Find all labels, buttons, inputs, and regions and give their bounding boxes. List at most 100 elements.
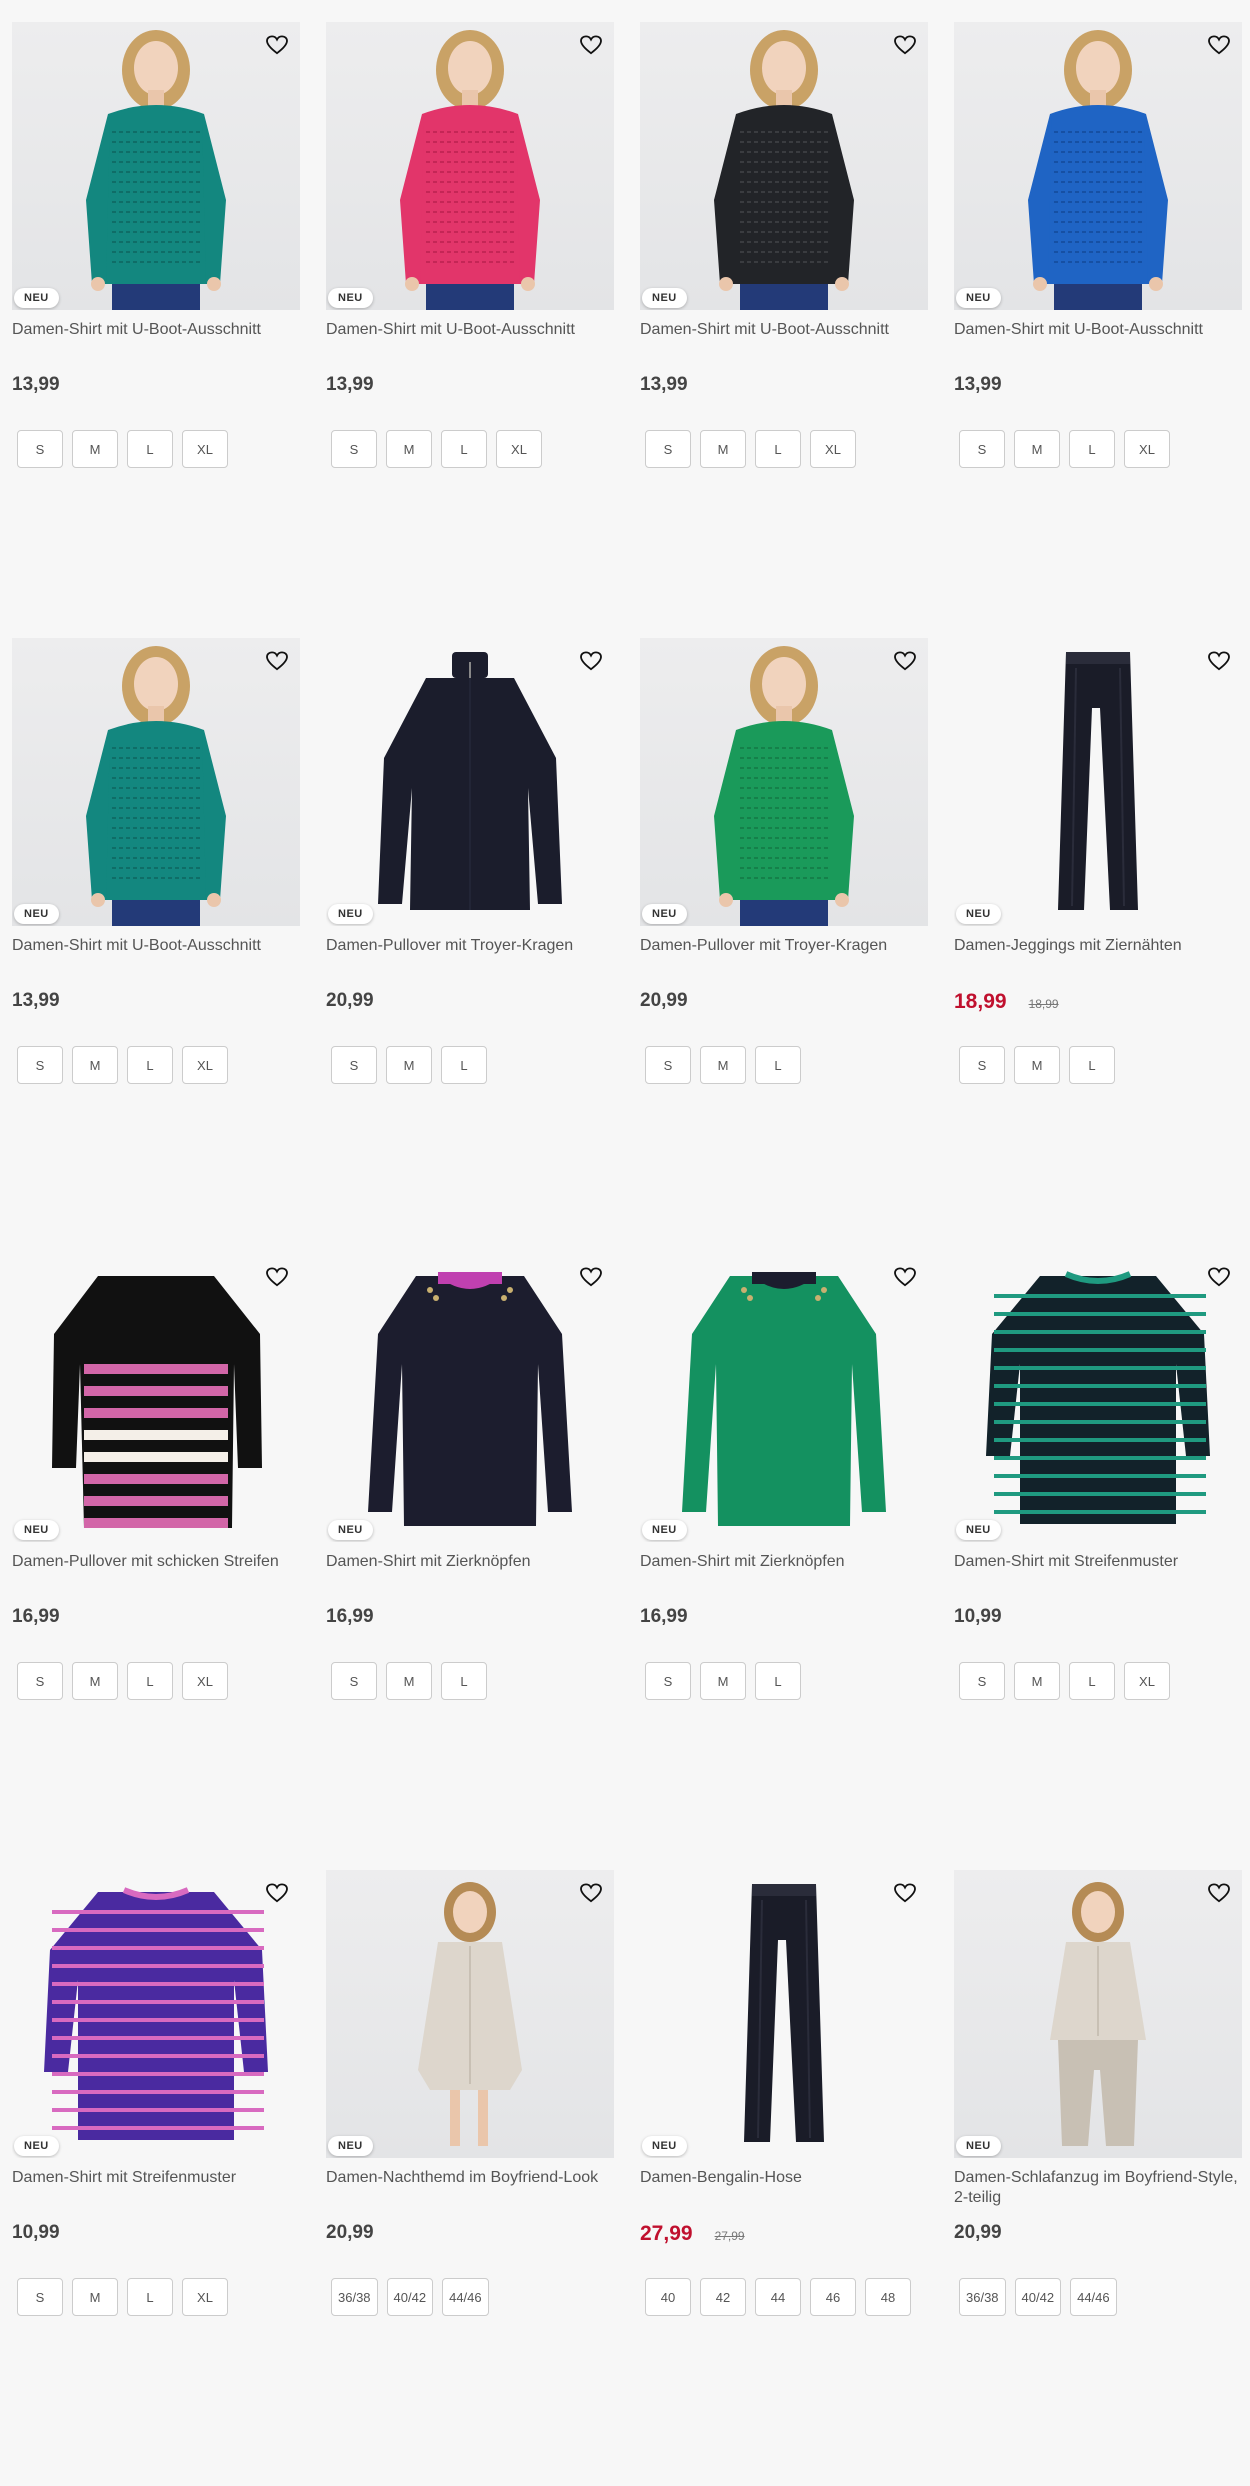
size-option[interactable]: 48	[865, 2278, 911, 2316]
product-card[interactable]: NEU Damen-Pullover mit schicken Streifen 1…	[12, 1254, 300, 1870]
product-title[interactable]: Damen-Shirt mit Streifenmuster	[12, 2168, 300, 2208]
size-option[interactable]: M	[700, 1046, 746, 1084]
product-title[interactable]: Damen-Schlafanzug im Boyfriend-Style, 2-…	[954, 2168, 1242, 2208]
wishlist-heart-icon[interactable]	[1206, 648, 1232, 674]
product-title[interactable]: Damen-Shirt mit U-Boot-Ausschnitt	[326, 320, 614, 360]
wishlist-heart-icon[interactable]	[892, 648, 918, 674]
size-option[interactable]: L	[441, 1662, 487, 1700]
size-option[interactable]: S	[331, 1662, 377, 1700]
product-card[interactable]: NEU Damen-Shirt mit Streifenmuster 10,99 S M…	[12, 1870, 300, 2486]
size-option[interactable]: S	[959, 1662, 1005, 1700]
size-option[interactable]: S	[645, 1662, 691, 1700]
size-option[interactable]: XL	[182, 430, 228, 468]
size-option[interactable]: XL	[182, 2278, 228, 2316]
product-title[interactable]: Damen-Jeggings mit Ziernähten	[954, 936, 1242, 976]
product-image[interactable]: NEU	[12, 22, 300, 310]
product-title[interactable]: Damen-Pullover mit Troyer-Kragen	[640, 936, 928, 976]
wishlist-heart-icon[interactable]	[578, 32, 604, 58]
product-image[interactable]: NEU	[12, 1254, 300, 1542]
size-option[interactable]: S	[17, 1662, 63, 1700]
size-option[interactable]: XL	[1124, 1662, 1170, 1700]
product-card[interactable]: NEU Damen-Shirt mit U-Boot-Ausschnitt 13,9…	[640, 22, 928, 638]
size-option[interactable]: 36/38	[959, 2278, 1006, 2316]
size-option[interactable]: M	[72, 2278, 118, 2316]
wishlist-heart-icon[interactable]	[1206, 32, 1232, 58]
wishlist-heart-icon[interactable]	[264, 648, 290, 674]
product-card[interactable]: NEU Damen-Nachthemd im Boyfriend-Look 20,9…	[326, 1870, 614, 2486]
size-option[interactable]: L	[127, 1046, 173, 1084]
size-option[interactable]: L	[441, 430, 487, 468]
size-option[interactable]: L	[1069, 1046, 1115, 1084]
wishlist-heart-icon[interactable]	[1206, 1880, 1232, 1906]
size-option[interactable]: M	[386, 1662, 432, 1700]
wishlist-heart-icon[interactable]	[578, 648, 604, 674]
product-card[interactable]: NEU Damen-Shirt mit Streifenmuster 10,99 S M…	[954, 1254, 1242, 1870]
product-card[interactable]: NEU Damen-Shirt mit Zierknöpfen 16,99 S M L	[640, 1254, 928, 1870]
size-option[interactable]: M	[72, 1046, 118, 1084]
size-option[interactable]: 40/42	[1014, 2278, 1062, 2316]
size-option[interactable]: 44	[755, 2278, 801, 2316]
size-option[interactable]: 44/46	[442, 2278, 489, 2316]
size-option[interactable]: M	[1014, 430, 1060, 468]
product-title[interactable]: Damen-Shirt mit Streifenmuster	[954, 1552, 1242, 1592]
size-option[interactable]: L	[755, 1046, 801, 1084]
size-option[interactable]: L	[127, 2278, 173, 2316]
product-title[interactable]: Damen-Shirt mit Zierknöpfen	[640, 1552, 928, 1592]
wishlist-heart-icon[interactable]	[892, 1264, 918, 1290]
product-image[interactable]: NEU	[640, 638, 928, 926]
size-option[interactable]: S	[17, 2278, 63, 2316]
size-option[interactable]: M	[1014, 1046, 1060, 1084]
size-option[interactable]: M	[700, 430, 746, 468]
product-image[interactable]: NEU	[12, 638, 300, 926]
wishlist-heart-icon[interactable]	[264, 32, 290, 58]
product-card[interactable]: NEU Damen-Schlafanzug im Boyfriend-Style,…	[954, 1870, 1242, 2486]
product-card[interactable]: NEU Damen-Bengalin-Hose 27,99 27,99 40 42 44 46…	[640, 1870, 928, 2486]
size-option[interactable]: XL	[182, 1662, 228, 1700]
product-title[interactable]: Damen-Pullover mit schicken Streifen	[12, 1552, 300, 1592]
size-option[interactable]: S	[17, 430, 63, 468]
product-title[interactable]: Damen-Shirt mit U-Boot-Ausschnitt	[12, 320, 300, 360]
size-option[interactable]: XL	[1124, 430, 1170, 468]
size-option[interactable]: 40	[645, 2278, 691, 2316]
size-option[interactable]: 40/42	[386, 2278, 434, 2316]
product-title[interactable]: Damen-Shirt mit U-Boot-Ausschnitt	[12, 936, 300, 976]
size-option[interactable]: S	[959, 1046, 1005, 1084]
size-option[interactable]: 36/38	[331, 2278, 378, 2316]
product-title[interactable]: Damen-Shirt mit Zierknöpfen	[326, 1552, 614, 1592]
product-image[interactable]: NEU	[954, 1254, 1242, 1542]
size-option[interactable]: XL	[810, 430, 856, 468]
product-image[interactable]: NEU	[326, 1254, 614, 1542]
size-option[interactable]: 44/46	[1070, 2278, 1117, 2316]
size-option[interactable]: S	[331, 430, 377, 468]
product-image[interactable]: NEU	[326, 22, 614, 310]
wishlist-heart-icon[interactable]	[892, 32, 918, 58]
wishlist-heart-icon[interactable]	[578, 1264, 604, 1290]
wishlist-heart-icon[interactable]	[1206, 1264, 1232, 1290]
product-image[interactable]: NEU	[12, 1870, 300, 2158]
product-title[interactable]: Damen-Nachthemd im Boyfriend-Look	[326, 2168, 614, 2208]
product-title[interactable]: Damen-Shirt mit U-Boot-Ausschnitt	[640, 320, 928, 360]
product-title[interactable]: Damen-Pullover mit Troyer-Kragen	[326, 936, 614, 976]
size-option[interactable]: M	[1014, 1662, 1060, 1700]
product-image[interactable]: NEU	[640, 1254, 928, 1542]
size-option[interactable]: S	[645, 1046, 691, 1084]
size-option[interactable]: S	[959, 430, 1005, 468]
wishlist-heart-icon[interactable]	[892, 1880, 918, 1906]
size-option[interactable]: L	[127, 430, 173, 468]
size-option[interactable]: L	[441, 1046, 487, 1084]
size-option[interactable]: M	[72, 430, 118, 468]
product-image[interactable]: NEU	[954, 638, 1242, 926]
product-card[interactable]: NEU Damen-Pullover mit Troyer-Kragen 20,99…	[326, 638, 614, 1254]
size-option[interactable]: L	[127, 1662, 173, 1700]
product-card[interactable]: NEU Damen-Shirt mit U-Boot-Ausschnitt 13,9…	[326, 22, 614, 638]
product-image[interactable]: NEU	[640, 22, 928, 310]
size-option[interactable]: S	[331, 1046, 377, 1084]
wishlist-heart-icon[interactable]	[264, 1880, 290, 1906]
size-option[interactable]: S	[645, 430, 691, 468]
size-option[interactable]: 46	[810, 2278, 856, 2316]
product-image[interactable]: NEU	[954, 1870, 1242, 2158]
size-option[interactable]: L	[755, 1662, 801, 1700]
size-option[interactable]: 42	[700, 2278, 746, 2316]
product-image[interactable]: NEU	[326, 1870, 614, 2158]
size-option[interactable]: L	[1069, 430, 1115, 468]
